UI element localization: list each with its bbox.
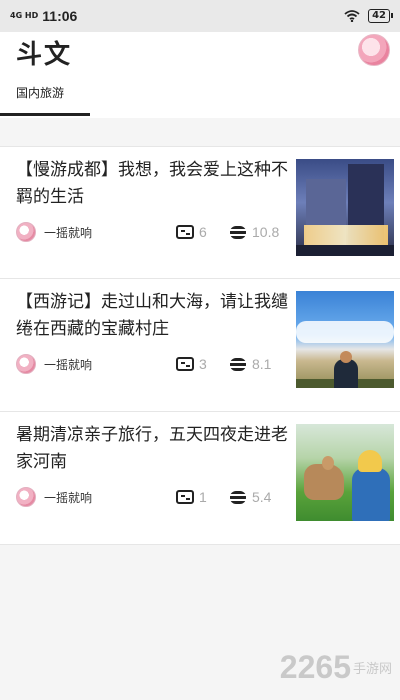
wifi-icon xyxy=(344,10,360,22)
author-avatar[interactable] xyxy=(16,222,36,242)
article-card[interactable]: 【慢游成都】我想，我会爱上这种不羁的生活 一摇就响 6 10.8 xyxy=(0,146,400,279)
author-name[interactable]: 一摇就响 xyxy=(44,489,92,506)
article-title[interactable]: 【西游记】走过山和大海，请让我缱绻在西藏的宝藏村庄 xyxy=(16,289,288,343)
tab-domestic-travel[interactable]: 国内旅游 xyxy=(16,84,64,101)
coin-count: 10.8 xyxy=(230,224,279,240)
page-title: 斗文 xyxy=(16,40,73,70)
comment-count-value: 1 xyxy=(199,489,207,505)
app-screen: 4G HD 11:06 42 斗文 国内旅游 【慢游成都】我想，我会爱上这种不羁… xyxy=(0,0,400,700)
article-card[interactable]: 暑期清凉亲子旅行，五天四夜走进老家河南 一摇就响 1 5.4 xyxy=(0,412,400,545)
author-avatar[interactable] xyxy=(16,354,36,374)
article-thumbnail[interactable] xyxy=(296,159,394,256)
site-watermark: 2265 手游网 xyxy=(280,649,392,686)
comment-count: 3 xyxy=(176,356,207,372)
status-bar: 4G HD 11:06 42 xyxy=(0,0,400,32)
article-meta: 一摇就响 3 8.1 xyxy=(16,354,288,374)
comment-count-value: 6 xyxy=(199,224,207,240)
coin-count: 5.4 xyxy=(230,489,271,505)
article-meta: 一摇就响 6 10.8 xyxy=(16,222,288,242)
author-name[interactable]: 一摇就响 xyxy=(44,224,92,241)
article-thumbnail[interactable] xyxy=(296,424,394,521)
comment-icon xyxy=(176,225,194,239)
comment-count-value: 3 xyxy=(199,356,207,372)
article-title[interactable]: 【慢游成都】我想，我会爱上这种不羁的生活 xyxy=(16,157,288,211)
article-card[interactable]: 【西游记】走过山和大海，请让我缱绻在西藏的宝藏村庄 一摇就响 3 8.1 xyxy=(0,279,400,412)
active-tab-indicator xyxy=(0,113,90,116)
clock: 11:06 xyxy=(42,8,78,24)
article-meta: 一摇就响 1 5.4 xyxy=(16,487,288,507)
coin-count-value: 5.4 xyxy=(252,489,272,505)
network-indicator: 4G HD xyxy=(10,11,39,20)
article-list: 【慢游成都】我想，我会爱上这种不羁的生活 一摇就响 6 10.8 【西游记】走过… xyxy=(0,146,400,545)
coin-count-value: 8.1 xyxy=(252,356,272,372)
coin-stack-icon xyxy=(230,357,246,371)
app-header: 斗文 国内旅游 xyxy=(0,32,400,118)
comment-icon xyxy=(176,490,194,504)
article-title[interactable]: 暑期清凉亲子旅行，五天四夜走进老家河南 xyxy=(16,422,288,476)
watermark-text: 手游网 xyxy=(352,662,392,677)
comment-count: 1 xyxy=(176,489,207,505)
status-icons: 42 xyxy=(344,9,393,23)
article-thumbnail[interactable] xyxy=(296,291,394,388)
watermark-number: 2265 xyxy=(279,649,351,685)
author-avatar[interactable] xyxy=(16,487,36,507)
coin-stack-icon xyxy=(230,225,246,239)
coin-count: 8.1 xyxy=(230,356,271,372)
battery-icon: 42 xyxy=(368,9,393,23)
coin-count-value: 10.8 xyxy=(252,224,280,240)
comment-count: 6 xyxy=(176,224,207,240)
author-name[interactable]: 一摇就响 xyxy=(44,356,92,373)
coin-stack-icon xyxy=(230,490,246,504)
comment-icon xyxy=(176,357,194,371)
user-avatar[interactable] xyxy=(358,34,390,66)
